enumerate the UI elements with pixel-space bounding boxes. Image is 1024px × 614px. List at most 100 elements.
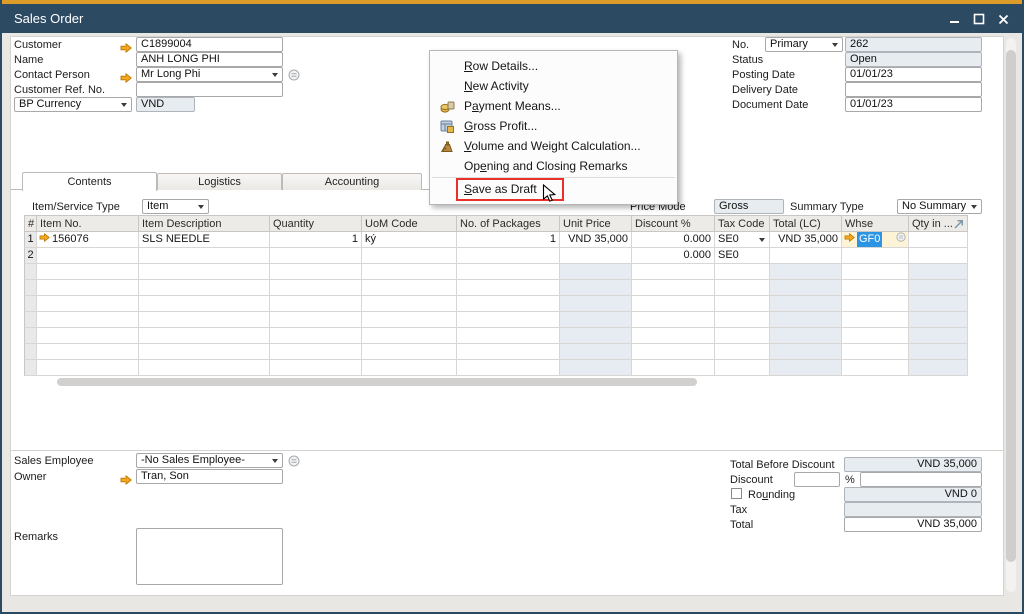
cell-num[interactable]: 2: [24, 248, 37, 264]
cell-uom-code[interactable]: [362, 328, 457, 344]
cell-item-no[interactable]: [37, 280, 139, 296]
tab-contents[interactable]: Contents: [22, 172, 157, 191]
menu-item-new-activity[interactable]: New Activity: [430, 76, 677, 96]
series-dropdown[interactable]: Primary: [765, 37, 843, 52]
cell-whse[interactable]: [842, 280, 909, 296]
cell-unit-price[interactable]: [560, 360, 632, 376]
link-arrow-icon[interactable]: [39, 232, 50, 247]
cell-description[interactable]: [139, 328, 270, 344]
customer-field[interactable]: C1899004: [136, 37, 283, 52]
link-arrow-icon[interactable]: [844, 232, 855, 247]
delivery-date-field[interactable]: [845, 82, 982, 97]
cell-qty-in[interactable]: [909, 280, 968, 296]
customer-ref-field[interactable]: [136, 82, 283, 97]
cell-quantity[interactable]: [270, 344, 362, 360]
cell-item-no[interactable]: [37, 312, 139, 328]
cell-item-no[interactable]: [37, 360, 139, 376]
contact-person-dropdown[interactable]: Mr Long Phi: [136, 67, 283, 82]
cell-packages[interactable]: [457, 360, 560, 376]
menu-item-gross-profit[interactable]: Gross Profit...: [430, 116, 677, 136]
cell-num[interactable]: [24, 264, 37, 280]
cell-uom-code[interactable]: [362, 344, 457, 360]
cell-packages[interactable]: 1: [457, 232, 560, 248]
cell-whse[interactable]: [842, 344, 909, 360]
cell-tax-code[interactable]: [715, 280, 770, 296]
cell-whse[interactable]: [842, 248, 909, 264]
cell-item-no[interactable]: [37, 264, 139, 280]
cell-quantity[interactable]: 1: [270, 232, 362, 248]
cell-total-lc[interactable]: [770, 312, 842, 328]
cell-uom-code[interactable]: [362, 360, 457, 376]
tab-logistics[interactable]: Logistics: [157, 173, 282, 190]
menu-item-row-details[interactable]: Row Details...: [430, 56, 677, 76]
vertical-scrollbar-thumb[interactable]: [1006, 50, 1016, 562]
summary-type-dropdown[interactable]: No Summary: [897, 199, 982, 214]
tab-accounting[interactable]: Accounting: [282, 173, 422, 190]
cell-num[interactable]: [24, 360, 37, 376]
discount-percent-input[interactable]: [794, 472, 840, 487]
remarks-field[interactable]: [136, 528, 283, 585]
cell-description[interactable]: [139, 360, 270, 376]
cell-packages[interactable]: [457, 344, 560, 360]
cell-qty-in[interactable]: [909, 264, 968, 280]
cell-discount-pct[interactable]: [632, 264, 715, 280]
bp-currency-dropdown[interactable]: BP Currency: [14, 97, 132, 112]
maximize-button[interactable]: [970, 11, 988, 27]
cell-quantity[interactable]: [270, 280, 362, 296]
rounding-checkbox[interactable]: [731, 488, 742, 499]
minimize-button[interactable]: [946, 11, 964, 27]
cell-unit-price[interactable]: VND 35,000: [560, 232, 632, 248]
menu-item-payment-means[interactable]: Payment Means...: [430, 96, 677, 116]
cell-quantity[interactable]: [270, 312, 362, 328]
cell-uom-code[interactable]: ký: [362, 232, 457, 248]
cell-total-lc[interactable]: VND 35,000: [770, 232, 842, 248]
cell-unit-price[interactable]: [560, 280, 632, 296]
link-arrow-icon[interactable]: [120, 40, 132, 58]
cell-num[interactable]: [24, 296, 37, 312]
cell-whse[interactable]: [842, 264, 909, 280]
link-arrow-icon[interactable]: [120, 472, 132, 490]
cell-quantity[interactable]: [270, 360, 362, 376]
expand-grid-icon[interactable]: [953, 217, 965, 235]
cell-whse[interactable]: [842, 360, 909, 376]
cell-quantity[interactable]: [270, 248, 362, 264]
cell-total-lc[interactable]: [770, 264, 842, 280]
cell-unit-price[interactable]: [560, 312, 632, 328]
link-arrow-icon[interactable]: [120, 70, 132, 88]
cell-discount-pct[interactable]: 0.000: [632, 248, 715, 264]
cell-packages[interactable]: [457, 248, 560, 264]
cell-item-no[interactable]: 156076: [37, 232, 139, 248]
cell-uom-code[interactable]: [362, 280, 457, 296]
cell-description[interactable]: [139, 312, 270, 328]
cell-quantity[interactable]: [270, 264, 362, 280]
cell-total-lc[interactable]: [770, 344, 842, 360]
cell-packages[interactable]: [457, 312, 560, 328]
cell-whse[interactable]: [842, 296, 909, 312]
cell-tax-code[interactable]: [715, 344, 770, 360]
cell-qty-in[interactable]: [909, 312, 968, 328]
cell-uom-code[interactable]: [362, 312, 457, 328]
cell-tax-code[interactable]: SE0: [715, 248, 770, 264]
cell-unit-price[interactable]: [560, 344, 632, 360]
cell-item-no[interactable]: [37, 296, 139, 312]
cell-whse[interactable]: [842, 312, 909, 328]
cell-total-lc[interactable]: [770, 328, 842, 344]
cell-discount-pct[interactable]: [632, 312, 715, 328]
posting-date-field[interactable]: 01/01/23: [845, 67, 982, 82]
cell-item-no[interactable]: [37, 248, 139, 264]
cell-packages[interactable]: [457, 264, 560, 280]
cell-tax-code[interactable]: SE0: [715, 232, 770, 248]
cell-qty-in[interactable]: [909, 344, 968, 360]
cell-qty-in[interactable]: [909, 248, 968, 264]
cell-unit-price[interactable]: [560, 328, 632, 344]
cell-unit-price[interactable]: [560, 296, 632, 312]
cell-total-lc[interactable]: [770, 360, 842, 376]
cell-uom-code[interactable]: [362, 296, 457, 312]
cell-qty-in[interactable]: [909, 296, 968, 312]
cell-uom-code[interactable]: [362, 248, 457, 264]
cell-quantity[interactable]: [270, 296, 362, 312]
cell-tax-code[interactable]: [715, 312, 770, 328]
menu-item-volume-and-weight-calculation[interactable]: Volume and Weight Calculation...: [430, 136, 677, 156]
choose-from-list-icon[interactable]: [288, 68, 300, 86]
cell-total-lc[interactable]: [770, 296, 842, 312]
